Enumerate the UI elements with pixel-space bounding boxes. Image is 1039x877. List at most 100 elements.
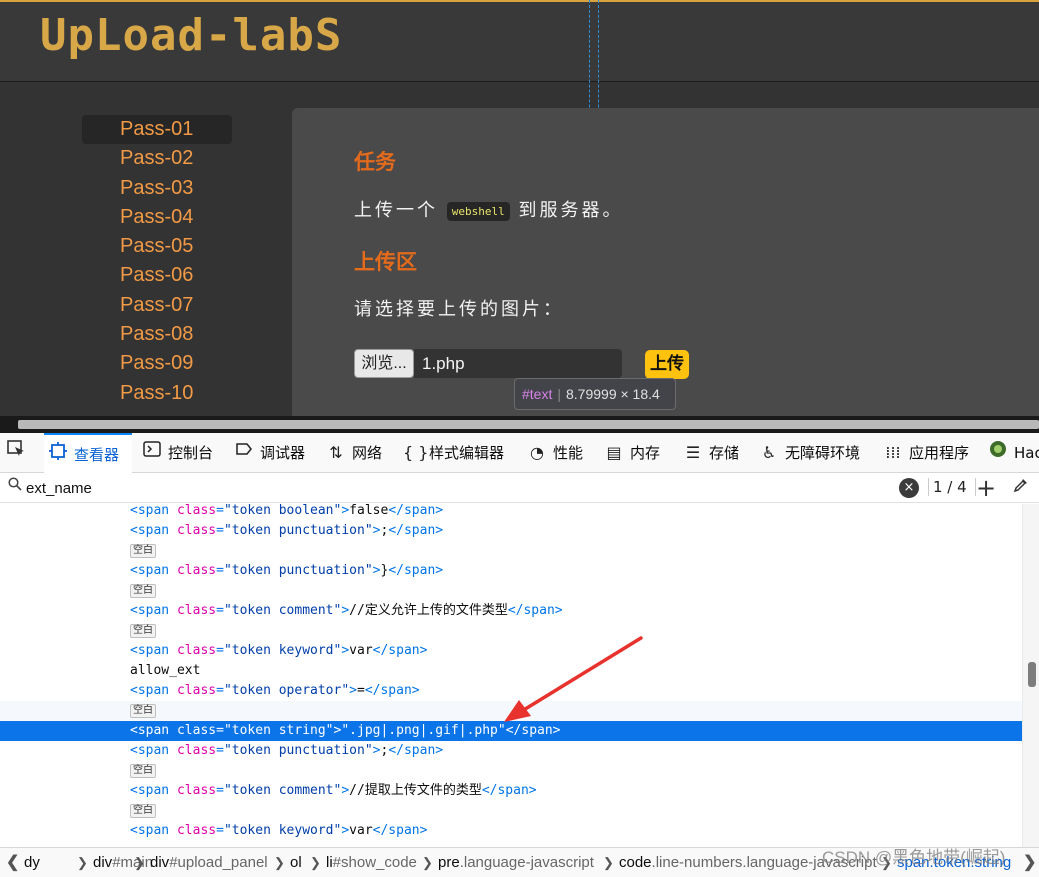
markup-search-input[interactable]	[26, 477, 726, 499]
breadcrumb-scroll-right-icon[interactable]: ❯	[1021, 848, 1037, 877]
menu-item-pass-07[interactable]: Pass-07	[82, 291, 232, 320]
menu-item-pass-01[interactable]: Pass-01	[82, 115, 232, 145]
breadcrumb-scroll-left-icon[interactable]: ❮	[6, 848, 19, 877]
markup-node[interactable]: <span class="token boolean">false</span>	[0, 504, 1022, 521]
tab-label: 存储	[709, 444, 740, 462]
add-node-icon[interactable]: +	[976, 474, 996, 502]
element-picker-button[interactable]	[6, 433, 36, 473]
menu-item-pass-08[interactable]: Pass-08	[82, 320, 232, 349]
horizontal-scrollbar[interactable]	[0, 416, 1039, 433]
markup-node[interactable]: <span class="token keyword">var</span>	[0, 641, 1022, 661]
whitespace-node[interactable]: 空白	[0, 801, 1022, 821]
tab-label: 查看器	[74, 446, 120, 464]
node-text: =	[357, 683, 365, 698]
whitespace-node[interactable]: 空白	[0, 541, 1022, 561]
markup-node[interactable]: <span class="token punctuation">}</span>	[0, 561, 1022, 581]
close-tag: </span>	[481, 783, 537, 798]
open-tag: <span	[130, 743, 177, 758]
menu-item-pass-06[interactable]: Pass-06	[82, 261, 232, 290]
close-tag: </span>	[388, 563, 444, 578]
browse-button[interactable]: 浏览...	[354, 349, 414, 378]
tab-console[interactable]: 控制台	[142, 433, 213, 473]
open-tag-end: >	[341, 783, 350, 798]
page-viewport: UpLoad-labS Pass-01 Pass-02 Pass-03 Pass-04…	[0, 0, 1039, 433]
menu-item-pass-10[interactable]: Pass-10	[82, 379, 232, 408]
whitespace-node[interactable]: 空白	[0, 761, 1022, 781]
clear-search-icon[interactable]: ×	[899, 478, 919, 498]
tooltip-separator: |	[557, 386, 561, 402]
horizontal-scrollbar-thumb[interactable]	[18, 420, 1039, 429]
breadcrumb-div-upload_panel[interactable]: div#upload_panel	[150, 848, 268, 877]
markup-node[interactable]: <span class="token comment">//提取上传文件的类型<…	[0, 781, 1022, 801]
performance-icon: ◔	[530, 443, 544, 462]
close-tag: </span>	[388, 523, 444, 538]
breadcrumb-separator-icon: ❯	[134, 855, 145, 870]
search-icon	[8, 477, 22, 495]
whitespace-node[interactable]: 空白	[0, 701, 1022, 721]
breadcrumb-separator-icon: ❯	[274, 855, 285, 870]
breadcrumb-pre-language-javascript[interactable]: pre.language-javascript	[438, 848, 594, 877]
open-tag: <span	[130, 643, 177, 658]
attr-value: "token keyword"	[223, 643, 342, 658]
attr-eq: =	[216, 743, 224, 758]
open-tag-end: >	[341, 603, 350, 618]
breadcrumb-element: code	[619, 854, 652, 871]
tab-hackbar[interactable]: Hac	[988, 433, 1039, 473]
markup-node[interactable]: <span class="token punctuation">;</span>	[0, 521, 1022, 541]
upload-area-title: 上传区	[354, 250, 417, 274]
breadcrumb-ol[interactable]: ol	[290, 848, 302, 877]
attr-value: "token string"	[223, 723, 334, 738]
element-picker-icon	[6, 433, 26, 473]
tab-application[interactable]: ⁞⁞⁞ 应用程序	[883, 433, 969, 473]
vertical-scrollbar[interactable]	[1022, 504, 1039, 847]
markup-node[interactable]: <span class="token punctuation">;</span>	[0, 741, 1022, 761]
tab-network[interactable]: ⇅ 网络	[326, 433, 382, 473]
upload-button[interactable]: 上传	[645, 350, 689, 379]
menu-item-pass-09[interactable]: Pass-09	[82, 349, 232, 378]
vertical-scrollbar-thumb[interactable]	[1028, 662, 1036, 687]
markup-tree: <span class="token boolean">false</span>…	[0, 504, 1022, 847]
attr-eq: =	[216, 783, 224, 798]
attr-eq: =	[216, 683, 224, 698]
attr-value: "token punctuation"	[223, 743, 373, 758]
breadcrumb-dy[interactable]: dy	[24, 848, 40, 877]
attr-name: class	[176, 823, 217, 838]
attr-name: class	[176, 563, 217, 578]
menu-item-pass-05[interactable]: Pass-05	[82, 232, 232, 261]
node-text: //提取上传文件的类型	[349, 783, 482, 798]
application-icon: ⁞⁞⁞	[885, 443, 901, 462]
attr-name: class	[176, 643, 217, 658]
close-tag: </span>	[388, 743, 444, 758]
whitespace-node[interactable]: 空白	[0, 621, 1022, 641]
menu-item-pass-03[interactable]: Pass-03	[82, 174, 232, 203]
attr-value: "token punctuation"	[223, 523, 373, 538]
whitespace-node[interactable]: 空白	[0, 581, 1022, 601]
breadcrumb-element: li	[326, 854, 333, 871]
markup-node[interactable]: <span class="token keyword">var</span>	[0, 821, 1022, 841]
whitespace-badge: 空白	[130, 763, 156, 778]
text-node[interactable]: allow_ext	[0, 661, 1022, 681]
menu-item-pass-02[interactable]: Pass-02	[82, 144, 232, 173]
tab-storage[interactable]: ☰ 存储	[683, 433, 739, 473]
tab-accessibility[interactable]: ♿ 无障碍环境	[759, 433, 860, 473]
markup-search-bar: × 1 / 4 +	[0, 473, 1039, 503]
tab-debugger[interactable]: 调试器	[234, 433, 305, 473]
breadcrumb-li-show_code[interactable]: li#show_code	[326, 848, 417, 877]
tab-performance[interactable]: ◔ 性能	[527, 433, 583, 473]
menu-item-pass-04[interactable]: Pass-04	[82, 203, 232, 232]
eyedropper-icon[interactable]	[1012, 476, 1030, 499]
open-tag: <span	[130, 504, 177, 518]
tab-memory[interactable]: ▤ 内存	[604, 433, 660, 473]
selected-markup-node[interactable]: <span class="token string">".jpg|.png|.g…	[0, 721, 1022, 741]
task-text-pre: 上传一个	[354, 200, 438, 221]
markup-node[interactable]: <span class="token comment">//定义允许上传的文件类…	[0, 601, 1022, 621]
open-tag: <span	[130, 783, 177, 798]
whitespace-badge: 空白	[130, 623, 156, 638]
breadcrumb-separator-icon: ❯	[310, 855, 321, 870]
attr-eq: =	[216, 723, 224, 738]
tab-style-editor[interactable]: { }样式编辑器	[403, 433, 504, 473]
markup-node[interactable]: <span class="token operator">=</span>	[0, 681, 1022, 701]
tab-inspector[interactable]: 查看器	[44, 433, 132, 473]
tab-label: 样式编辑器	[429, 444, 505, 462]
task-description: 上传一个 webshell 到服务器。	[354, 196, 623, 222]
